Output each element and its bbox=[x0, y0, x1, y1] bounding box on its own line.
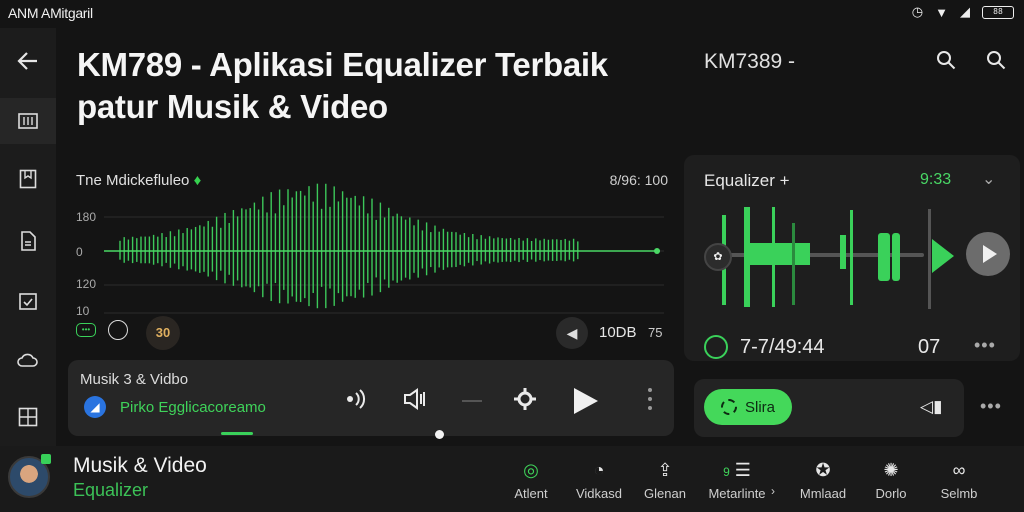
sidebar-item-document[interactable] bbox=[0, 218, 56, 264]
eq-handle-icon[interactable]: ✿ bbox=[704, 243, 732, 271]
document-icon bbox=[21, 231, 36, 251]
app-label: KM7389 - bbox=[704, 50, 796, 73]
signal-icon: ◢ bbox=[960, 4, 970, 19]
player-progress-bar[interactable] bbox=[221, 432, 253, 435]
page-title-line-1: KM789 - Aplikasi Equalizer Terbaik bbox=[77, 46, 608, 83]
track-subtitle: Pirko Egglicacoreamo bbox=[120, 399, 266, 416]
status-icons: ◷ ▼ ◢ 88 bbox=[912, 4, 1014, 20]
player-card: Musik 3 & Vidbo ◢ Pirko Egglicacoreamo bbox=[68, 360, 674, 436]
more-options-button[interactable]: ••• bbox=[974, 335, 996, 356]
now-playing-title: Musik & Video bbox=[73, 454, 207, 477]
nav-badge: 9 bbox=[723, 465, 730, 479]
speaker-icon bbox=[404, 388, 425, 410]
nav-item-mmlaad[interactable]: ✪ Mmlaad bbox=[784, 458, 862, 501]
y-tick: 120 bbox=[76, 277, 97, 291]
chevron-down-icon[interactable]: ⌄ bbox=[982, 169, 995, 189]
alarm-icon: ◷ bbox=[911, 4, 924, 19]
search-button[interactable] bbox=[936, 50, 956, 76]
more-actions-button[interactable]: ••• bbox=[980, 396, 1002, 417]
calendar-check-icon bbox=[19, 293, 37, 310]
battery-icon: 88 bbox=[982, 5, 1014, 19]
more-options-button[interactable] bbox=[648, 388, 652, 410]
person-upload-icon: ⇪ bbox=[657, 460, 673, 480]
equalizer-card: Equalizer + 9:33 ⌄ ✿ 7-7/49:44 07 ••• bbox=[684, 155, 1020, 361]
sidebar-item-library[interactable] bbox=[0, 98, 56, 144]
nav-item-metarlinte[interactable]: 9 ☰ Metarlinte bbox=[698, 458, 776, 501]
y-tick: 180 bbox=[76, 210, 97, 224]
search-circle-icon: ◎ bbox=[523, 460, 539, 480]
equalizer-play-button[interactable] bbox=[966, 232, 1010, 276]
search-secondary-button[interactable] bbox=[986, 50, 1006, 76]
sidebar-item-dashboard[interactable] bbox=[0, 394, 56, 440]
status-bar: ANM AMitgaril ◷ ▼ ◢ 88 bbox=[0, 0, 1024, 26]
arrow-left-icon bbox=[17, 52, 37, 70]
share-label: Slira bbox=[744, 398, 775, 416]
wifi-icon: ▼ bbox=[935, 4, 948, 20]
equalizer-visualizer[interactable] bbox=[702, 205, 962, 315]
nav-label: Glenan bbox=[644, 486, 686, 501]
speed-badge[interactable]: 30 bbox=[146, 316, 180, 350]
settings-icon bbox=[514, 388, 536, 410]
waveform-chart[interactable] bbox=[104, 175, 664, 325]
timer-icon[interactable] bbox=[108, 320, 128, 340]
settings-button[interactable] bbox=[512, 386, 538, 418]
speaker-icon[interactable]: ◁▮ bbox=[920, 397, 942, 417]
share-button[interactable]: Slira bbox=[704, 389, 792, 425]
nav-label: Dorlo bbox=[875, 486, 907, 501]
globe-icon: ✪ bbox=[815, 460, 831, 480]
equalizer-title: Equalizer + bbox=[704, 171, 790, 190]
list-icon: 9 ☰ bbox=[723, 460, 751, 480]
broadcast-icon bbox=[347, 389, 366, 409]
nav-label: Mmlaad bbox=[799, 486, 847, 501]
sidebar-item-bookmark[interactable] bbox=[0, 156, 56, 202]
equalizer-counter: 07 bbox=[918, 336, 941, 358]
nav-label: Atlent bbox=[514, 486, 548, 501]
chevron-right-icon: › bbox=[771, 484, 775, 498]
equalizer-readout: 7-7/49:44 bbox=[740, 336, 825, 358]
carrier-label: ANM AMitgaril bbox=[8, 5, 93, 21]
nav-label: Metarlinte bbox=[708, 486, 766, 501]
back-button[interactable] bbox=[0, 38, 56, 84]
bookmark-icon bbox=[19, 169, 37, 189]
sidebar-item-calendar[interactable] bbox=[0, 278, 56, 324]
track-title: Musik 3 & Vidbo bbox=[80, 371, 189, 388]
speaker-button[interactable] bbox=[402, 386, 428, 418]
nav-label: Selmb bbox=[940, 486, 978, 501]
db-suffix: 75 bbox=[648, 325, 663, 340]
status-badge bbox=[41, 454, 51, 464]
y-tick: 0 bbox=[76, 245, 83, 259]
nav-item-dorlo[interactable]: ✺ Dorlo bbox=[852, 458, 930, 501]
now-playing-subtitle: Equalizer bbox=[73, 480, 149, 500]
play-button[interactable] bbox=[574, 388, 598, 414]
dashboard-icon bbox=[18, 407, 38, 427]
bottom-bar: Musik & Video Equalizer ◎ Atlent ◔ Vidka… bbox=[0, 446, 1024, 512]
sidebar bbox=[0, 28, 56, 448]
page-title: KM789 - Aplikasi Equalizer Terbaik patur… bbox=[77, 44, 677, 128]
power-icon[interactable] bbox=[704, 335, 728, 359]
search-icon bbox=[937, 51, 956, 70]
equalizer-time: 9:33 bbox=[920, 171, 952, 188]
sidebar-item-cloud[interactable] bbox=[0, 338, 56, 384]
settings-icon: ✺ bbox=[883, 460, 899, 480]
gear-icon bbox=[720, 399, 737, 415]
search-icon bbox=[987, 51, 1006, 70]
nav-item-glenan[interactable]: ⇪ Glenan bbox=[626, 458, 704, 501]
broadcast-button[interactable] bbox=[342, 386, 368, 418]
nav-item-selmb[interactable]: ∞ Selmb bbox=[920, 458, 998, 501]
action-card: Slira ◁▮ bbox=[694, 379, 964, 437]
page-indicator bbox=[435, 430, 444, 439]
loop-toggle[interactable]: ••• bbox=[76, 323, 96, 337]
grid-icon bbox=[18, 113, 38, 129]
page-title-line-2: patur Musik & Video bbox=[77, 88, 388, 125]
compass-icon: ◢ bbox=[84, 396, 106, 418]
waveform-card: Tne Mdickefluleo ♦ 8/96: 100 180 0 120 1… bbox=[58, 155, 678, 355]
volume-button[interactable]: ◀ bbox=[556, 317, 588, 349]
link-icon: ∞ bbox=[952, 460, 966, 480]
divider bbox=[462, 400, 482, 402]
y-tick: 10 bbox=[76, 304, 90, 318]
cloud-icon bbox=[17, 353, 38, 367]
nav-item-atlent[interactable]: ◎ Atlent bbox=[492, 458, 570, 501]
db-label: 10DB bbox=[599, 324, 637, 341]
